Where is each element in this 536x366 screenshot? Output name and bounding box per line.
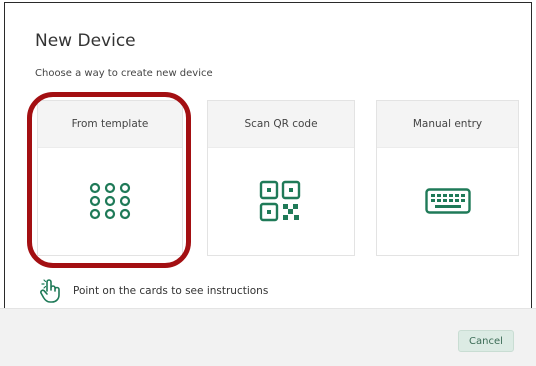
- card-header: From template: [38, 101, 182, 148]
- grid-dots-icon: [89, 182, 131, 220]
- card-header: Manual entry: [377, 101, 518, 148]
- keyboard-icon: [424, 188, 471, 214]
- card-scan-qr[interactable]: Scan QR code: [207, 100, 355, 256]
- pointer-hand-icon: [40, 279, 60, 303]
- instruction-hint: Point on the cards to see instructions: [39, 279, 268, 303]
- card-from-template[interactable]: From template: [37, 100, 183, 256]
- card-header: Scan QR code: [208, 101, 354, 148]
- cancel-button[interactable]: Cancel: [458, 330, 514, 352]
- hint-text: Point on the cards to see instructions: [73, 285, 269, 297]
- dialog-title: New Device: [35, 31, 136, 51]
- qr-code-icon: [259, 180, 301, 222]
- dialog-footer: [0, 308, 536, 366]
- dialog-subtitle: Choose a way to create new device: [35, 68, 213, 79]
- card-manual-entry[interactable]: Manual entry: [376, 100, 519, 256]
